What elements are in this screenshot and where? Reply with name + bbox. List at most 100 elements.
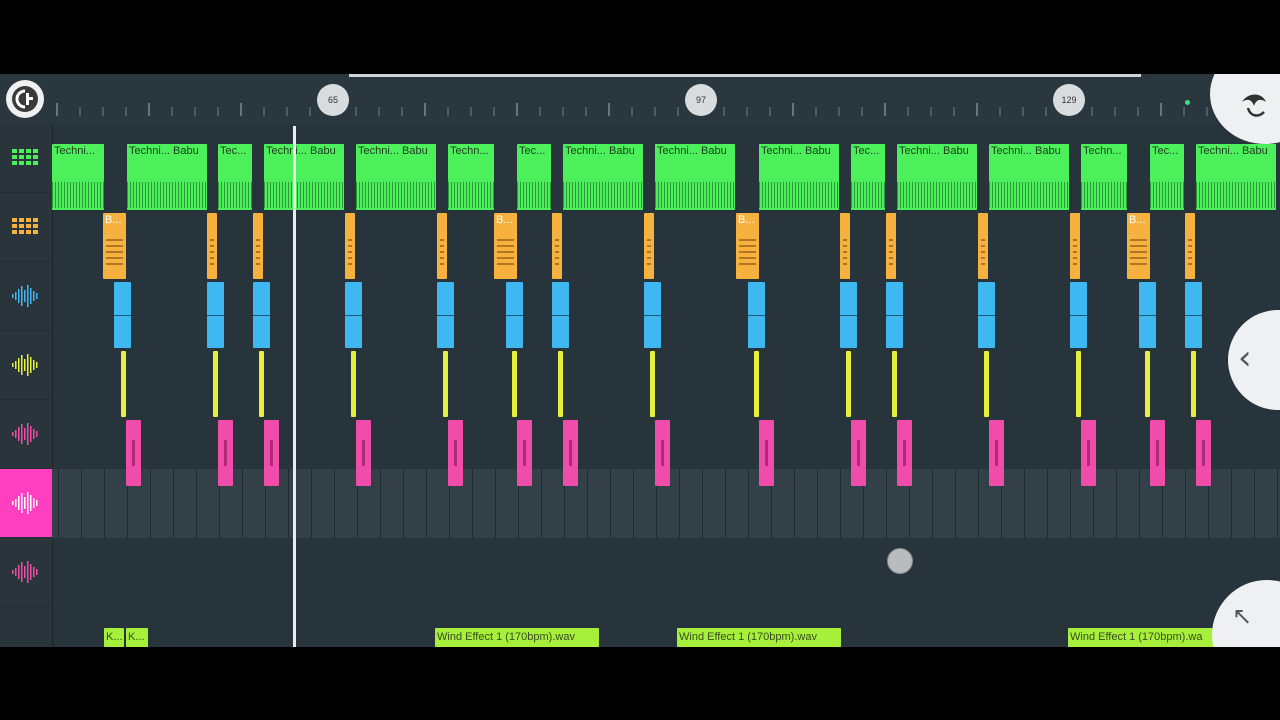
pattern-clip-orange[interactable] xyxy=(1070,213,1080,279)
track-button-2[interactable] xyxy=(0,193,52,262)
audio-clip-yellow[interactable] xyxy=(754,351,759,417)
audio-clip-blue[interactable] xyxy=(644,282,661,348)
audio-clip-blue[interactable] xyxy=(345,282,362,348)
pattern-clip-orange[interactable] xyxy=(345,213,355,279)
audio-clip-yellow[interactable] xyxy=(846,351,851,417)
pattern-clip-orange[interactable] xyxy=(886,213,896,279)
audio-clip-yellow[interactable] xyxy=(121,351,126,417)
pattern-clip[interactable]: Techni... Babu xyxy=(127,144,207,210)
track-button-5[interactable] xyxy=(0,400,52,469)
audio-clip-pink[interactable] xyxy=(1081,420,1096,486)
bar-marker[interactable]: 65 xyxy=(317,84,349,116)
audio-clip-yellow[interactable] xyxy=(1076,351,1081,417)
audio-clip-pink[interactable] xyxy=(126,420,141,486)
audio-clip-yellow[interactable] xyxy=(984,351,989,417)
audio-clip-blue[interactable] xyxy=(1185,282,1202,348)
pattern-clip-orange[interactable]: B... xyxy=(1127,213,1150,279)
audio-clip-pink[interactable] xyxy=(989,420,1004,486)
audio-clip-bottom[interactable]: K... xyxy=(104,628,124,647)
pattern-clip-orange[interactable] xyxy=(437,213,447,279)
audio-clip-blue[interactable] xyxy=(552,282,569,348)
audio-clip-pink[interactable] xyxy=(218,420,233,486)
track-button-6[interactable] xyxy=(0,469,52,538)
audio-clip-pink[interactable] xyxy=(264,420,279,486)
pattern-clip[interactable]: Techni... Babu xyxy=(989,144,1069,210)
audio-clip-pink[interactable] xyxy=(655,420,670,486)
lane-7[interactable] xyxy=(52,538,1280,607)
pattern-clip-orange[interactable] xyxy=(207,213,217,279)
pattern-clip-orange[interactable] xyxy=(1185,213,1195,279)
audio-clip-yellow[interactable] xyxy=(1145,351,1150,417)
pattern-clip[interactable]: Techni... Babu xyxy=(655,144,735,210)
pattern-clip-orange[interactable] xyxy=(840,213,850,279)
pattern-clip[interactable]: Techni... xyxy=(52,144,104,210)
scroll-knob[interactable] xyxy=(887,548,913,574)
audio-clip-bottom[interactable]: Wind Effect 1 (170bpm).wa xyxy=(1068,628,1218,647)
pattern-clip[interactable]: Tec... xyxy=(218,144,252,210)
audio-clip-pink[interactable] xyxy=(1196,420,1211,486)
audio-clip-yellow[interactable] xyxy=(213,351,218,417)
audio-clip-yellow[interactable] xyxy=(558,351,563,417)
track-button-4[interactable] xyxy=(0,331,52,400)
audio-clip-pink[interactable] xyxy=(1150,420,1165,486)
audio-clip-bottom[interactable]: Wind Effect 1 (170bpm).wav xyxy=(677,628,841,647)
audio-clip-blue[interactable] xyxy=(253,282,270,348)
pattern-clip[interactable]: Tec... xyxy=(1150,144,1184,210)
audio-clip-bottom[interactable]: K... xyxy=(126,628,148,647)
pattern-clip[interactable]: Techni... Babu xyxy=(897,144,977,210)
audio-clip-blue[interactable] xyxy=(840,282,857,348)
pattern-clip[interactable]: Techn... xyxy=(448,144,494,210)
audio-clip-yellow[interactable] xyxy=(650,351,655,417)
pattern-clip[interactable]: Tec... xyxy=(517,144,551,210)
timeline-ruler[interactable]: 65 97 129 xyxy=(52,74,1280,124)
pattern-clip-orange[interactable] xyxy=(552,213,562,279)
audio-clip-yellow[interactable] xyxy=(259,351,264,417)
audio-clip-pink[interactable] xyxy=(851,420,866,486)
pattern-clip-orange[interactable] xyxy=(644,213,654,279)
pattern-clip[interactable]: Techni... Babu xyxy=(1196,144,1276,210)
pattern-clip[interactable]: Techni... Babu xyxy=(264,144,344,210)
audio-clip-blue[interactable] xyxy=(506,282,523,348)
pattern-clip[interactable]: Techni... Babu xyxy=(759,144,839,210)
track-button-3[interactable] xyxy=(0,262,52,331)
audio-clip-blue[interactable] xyxy=(207,282,224,348)
pattern-clip[interactable]: Techni... Babu xyxy=(356,144,436,210)
audio-clip-blue[interactable] xyxy=(748,282,765,348)
audio-clip-bottom[interactable]: Wind Effect 1 (170bpm).wav xyxy=(435,628,599,647)
audio-clip-blue[interactable] xyxy=(437,282,454,348)
playlist-lanes[interactable]: Techni... Techni... Babu Tec... Techni... B… xyxy=(52,124,1280,647)
audio-clip-pink[interactable] xyxy=(517,420,532,486)
audio-clip-yellow[interactable] xyxy=(512,351,517,417)
audio-clip-yellow[interactable] xyxy=(1191,351,1196,417)
app-logo-icon[interactable] xyxy=(6,80,44,118)
pattern-clip[interactable]: Techn... xyxy=(1081,144,1127,210)
track-button-1[interactable] xyxy=(0,124,52,193)
audio-clip-pink[interactable] xyxy=(448,420,463,486)
playhead[interactable] xyxy=(293,126,296,647)
audio-clip-blue[interactable] xyxy=(978,282,995,348)
lane-3[interactable] xyxy=(52,262,1280,331)
bar-marker[interactable]: 129 xyxy=(1053,84,1085,116)
audio-clip-blue[interactable] xyxy=(886,282,903,348)
bar-marker[interactable]: 97 xyxy=(685,84,717,116)
audio-clip-yellow[interactable] xyxy=(892,351,897,417)
lane-4[interactable] xyxy=(52,331,1280,400)
pattern-clip[interactable]: Techni... Babu xyxy=(563,144,643,210)
audio-clip-blue[interactable] xyxy=(1139,282,1156,348)
track-button-7[interactable] xyxy=(0,538,52,607)
audio-clip-yellow[interactable] xyxy=(443,351,448,417)
audio-clip-pink[interactable] xyxy=(563,420,578,486)
audio-clip-pink[interactable] xyxy=(356,420,371,486)
pattern-clip-orange[interactable]: B... xyxy=(103,213,126,279)
pattern-clip-orange[interactable] xyxy=(978,213,988,279)
audio-clip-blue[interactable] xyxy=(114,282,131,348)
timeline-tick xyxy=(378,107,380,116)
pattern-clip-orange[interactable]: B... xyxy=(494,213,517,279)
pattern-clip-orange[interactable] xyxy=(253,213,263,279)
audio-clip-blue[interactable] xyxy=(1070,282,1087,348)
audio-clip-pink[interactable] xyxy=(759,420,774,486)
pattern-clip[interactable]: Tec... xyxy=(851,144,885,210)
audio-clip-pink[interactable] xyxy=(897,420,912,486)
pattern-clip-orange[interactable]: B... xyxy=(736,213,759,279)
audio-clip-yellow[interactable] xyxy=(351,351,356,417)
